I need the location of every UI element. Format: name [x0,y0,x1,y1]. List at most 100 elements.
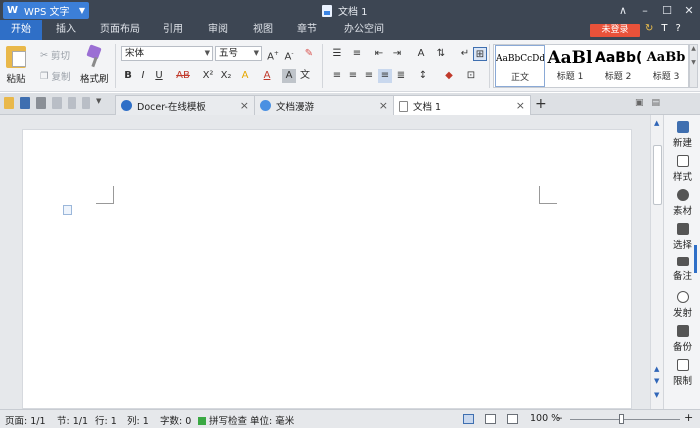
print-icon[interactable] [36,97,46,109]
align-center-icon[interactable]: ≡ [346,69,360,83]
settings-icon[interactable]: ▤ [651,98,660,108]
phonetic-guide-button[interactable]: 文 [298,69,312,83]
decrease-indent-icon[interactable]: ⇤ [372,47,386,61]
format-painter-button[interactable]: 格式刷 [80,46,109,85]
align-left-icon[interactable]: ≡ [330,69,344,83]
cut-button[interactable]: ✂ 剪切 [40,48,70,63]
copy-button[interactable]: ❐ 复制 [40,69,71,84]
italic-button[interactable]: I [136,69,150,83]
tab-docer-templates[interactable]: Docer-在线模板 × [115,95,255,115]
outline-view-icon[interactable] [485,414,496,424]
style-heading-1[interactable]: AaBl 标题 1 [547,45,593,87]
scroll-down-icon[interactable]: ▼ [654,391,659,399]
close-icon[interactable]: × [240,99,249,112]
zoom-level[interactable]: 100 % [530,413,560,424]
char-shading-button[interactable]: A [282,69,296,83]
spell-check-toggle[interactable]: 拼写检查 [198,413,247,427]
distributed-icon[interactable]: ≣ [394,69,408,83]
superscript-button[interactable]: X² [200,69,216,83]
vertical-scrollbar[interactable]: ▲ ▲ ▼ ▼ [650,115,663,409]
show-marks-icon[interactable]: ↵ [458,47,472,61]
font-color-button[interactable]: A [260,69,274,83]
tab-doc-roaming[interactable]: 文档漫游 × [254,95,394,115]
scroll-down-icon[interactable]: ▼ [654,377,659,385]
unit-indicator[interactable]: 单位: 毫米 [250,413,294,427]
skin-icon[interactable]: T [661,23,667,34]
font-size-select[interactable]: 五号 ▼ [215,46,262,61]
tab-office-space[interactable]: 办公空间 [336,20,392,40]
strikethrough-button[interactable]: AB [174,69,192,83]
shading-icon[interactable]: ◆ [442,69,456,83]
page-view-icon[interactable] [463,414,474,424]
side-restrict[interactable]: 限制 [664,359,700,387]
minimize-button[interactable]: – [634,0,656,20]
highlight-button[interactable]: A [238,69,252,83]
tab-list-icon[interactable]: ▣ [635,98,644,108]
side-send[interactable]: 发射 [664,291,700,319]
line-spacing-icon[interactable]: ↕ [416,69,430,83]
app-menu-button[interactable]: W WPS 文字 ▼ [3,2,89,19]
grow-font-icon[interactable]: A+ [266,47,280,62]
sort-icon[interactable]: ⇅ [434,47,448,61]
undo-icon[interactable] [68,97,76,109]
maximize-button[interactable]: ☐ [656,0,678,20]
side-materials[interactable]: 素材 [664,189,700,217]
side-panel-handle[interactable] [694,245,697,273]
close-icon[interactable]: × [379,99,388,112]
save-icon[interactable] [20,97,30,109]
web-view-icon[interactable] [507,414,518,424]
document-page[interactable] [22,129,632,409]
tab-chapter[interactable]: 章节 [287,20,327,40]
align-right-icon[interactable]: ≡ [362,69,376,83]
increase-indent-icon[interactable]: ⇥ [390,47,404,61]
word-count[interactable]: 字数: 0 [160,413,191,427]
subscript-button[interactable]: X₂ [218,69,234,83]
help-icon[interactable]: ? [676,23,681,34]
page-indicator[interactable]: 页面: 1/1 [5,413,46,427]
tab-view[interactable]: 视图 [243,20,283,40]
scroll-up-icon[interactable]: ▲ [654,365,659,373]
close-button[interactable]: ✕ [678,0,700,20]
paragraph-layout-icon[interactable] [63,205,72,215]
sync-icon[interactable]: ↻ [645,23,653,34]
print-preview-icon[interactable] [52,97,62,109]
tab-review[interactable]: 审阅 [198,20,238,40]
scroll-up-icon[interactable]: ▲ [654,119,659,127]
close-icon[interactable]: × [516,99,525,112]
login-button[interactable]: 未登录 [590,24,640,37]
chevron-down-icon[interactable]: ▼ [96,97,104,109]
zoom-slider-handle[interactable] [619,414,624,424]
zoom-slider[interactable] [570,419,680,420]
tab-references[interactable]: 引用 [155,20,191,40]
text-direction-icon[interactable]: A [414,47,428,61]
section-indicator[interactable]: 节: 1/1 [57,413,88,427]
tab-page-layout[interactable]: 页面布局 [92,20,148,40]
font-name-select[interactable]: 宋体 ▼ [121,46,213,61]
zoom-out-button[interactable]: – [557,411,563,424]
style-heading-2[interactable]: AaBb( 标题 2 [595,45,641,87]
bullets-icon[interactable]: ☰ [330,47,344,61]
styles-scroll[interactable]: ▲ ▼ [689,44,698,88]
side-styles[interactable]: 样式 [664,155,700,183]
underline-button[interactable]: U [152,69,166,83]
style-normal[interactable]: AaBbCcDd 正文 [495,45,545,87]
bold-button[interactable]: B [121,69,135,83]
borders-icon[interactable]: ⊡ [464,69,478,83]
justify-icon[interactable]: ≡ [378,69,392,83]
open-folder-icon[interactable] [4,97,14,109]
collapse-ribbon-button[interactable]: ∧ [612,0,634,20]
style-heading-3[interactable]: AaBb 标题 3 [643,45,689,87]
redo-icon[interactable] [82,97,90,109]
side-backup[interactable]: 备份 [664,325,700,353]
new-tab-button[interactable]: + [535,96,547,112]
tab-home[interactable]: 开始 [0,20,42,40]
clear-format-icon[interactable]: ✎ [302,47,316,61]
shrink-font-icon[interactable]: A- [282,47,296,62]
scrollbar-thumb[interactable] [653,145,662,205]
side-new[interactable]: 新建 [664,121,700,149]
tab-insert[interactable]: 插入 [45,20,87,40]
zoom-in-button[interactable]: + [684,411,693,424]
table-grid-icon[interactable]: ⊞ [473,47,487,61]
tab-document-1[interactable]: 文档 1 × [393,95,531,116]
paste-button[interactable]: 粘贴 [6,46,26,85]
